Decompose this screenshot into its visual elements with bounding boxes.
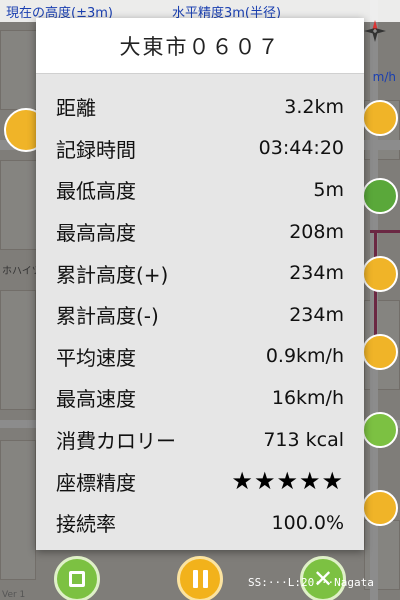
dialog-title: 大東市０６０７ xyxy=(36,18,364,74)
compass-icon[interactable] xyxy=(362,18,388,44)
map-side-button-1[interactable] xyxy=(362,100,398,136)
stat-row-accuracy: 座標精度 ★★★★★ xyxy=(36,460,364,502)
pause-button[interactable] xyxy=(177,556,223,600)
map-side-button-5[interactable] xyxy=(362,412,398,448)
stat-label: 距離 xyxy=(56,96,96,121)
stat-value: 0.9km/h xyxy=(265,345,344,368)
navigate-button[interactable] xyxy=(362,178,398,214)
stat-row-calories: 消費カロリー 713 kcal xyxy=(36,419,364,461)
version-label: Ver 1 xyxy=(2,590,26,600)
stat-label: 記録時間 xyxy=(56,137,136,162)
stat-label: 最高速度 xyxy=(56,387,136,412)
stat-row-max-speed: 最高速度 16km/h xyxy=(36,377,364,419)
stats-list: 距離 3.2km 記録時間 03:44:20 最低高度 5m 最高高度 208m… xyxy=(36,74,364,544)
map-side-button-3[interactable] xyxy=(362,256,398,292)
stat-label: 座標精度 xyxy=(56,470,136,495)
stat-row-connection-rate: 接続率 100.0% xyxy=(36,502,364,544)
stat-label: 累計高度(-) xyxy=(56,304,159,329)
stat-row-max-altitude: 最高高度 208m xyxy=(36,211,364,253)
stat-value: 3.2km xyxy=(284,95,344,118)
stat-value: 713 kcal xyxy=(263,428,344,451)
stat-value: 234m xyxy=(289,262,344,285)
watermark-text: SS:···L:20···Nagata xyxy=(248,576,374,589)
stat-label: 最高高度 xyxy=(56,221,136,246)
stat-label: 累計高度(+) xyxy=(56,262,169,287)
stat-value: 16km/h xyxy=(271,386,344,409)
stop-icon xyxy=(69,571,85,587)
speed-unit-label: m/h xyxy=(372,70,396,84)
pause-icon xyxy=(192,570,208,588)
map-side-button-4[interactable] xyxy=(362,334,398,370)
stat-value: 100.0% xyxy=(271,511,344,534)
stat-label: 消費カロリー xyxy=(56,429,176,454)
stat-label: 接続率 xyxy=(56,512,116,537)
stat-label: 平均速度 xyxy=(56,345,136,370)
accuracy-stars: ★★★★★ xyxy=(231,467,344,496)
stat-value: 03:44:20 xyxy=(258,137,344,160)
stat-row-total-ascent: 累計高度(+) 234m xyxy=(36,252,364,294)
stat-value: 5m xyxy=(313,178,344,201)
stat-row-avg-speed: 平均速度 0.9km/h xyxy=(36,336,364,378)
stat-row-min-altitude: 最低高度 5m xyxy=(36,169,364,211)
stat-value: 208m xyxy=(289,220,344,243)
stat-row-total-descent: 累計高度(-) 234m xyxy=(36,294,364,336)
stat-label: 最低高度 xyxy=(56,179,136,204)
stat-row-distance: 距離 3.2km xyxy=(36,86,364,128)
map-side-button-6[interactable] xyxy=(362,490,398,526)
stat-value: 234m xyxy=(289,303,344,326)
stop-button[interactable] xyxy=(54,556,100,600)
stat-row-recording-time: 記録時間 03:44:20 xyxy=(36,128,364,170)
track-summary-dialog: 大東市０６０７ 距離 3.2km 記録時間 03:44:20 最低高度 5m 最… xyxy=(36,18,364,550)
